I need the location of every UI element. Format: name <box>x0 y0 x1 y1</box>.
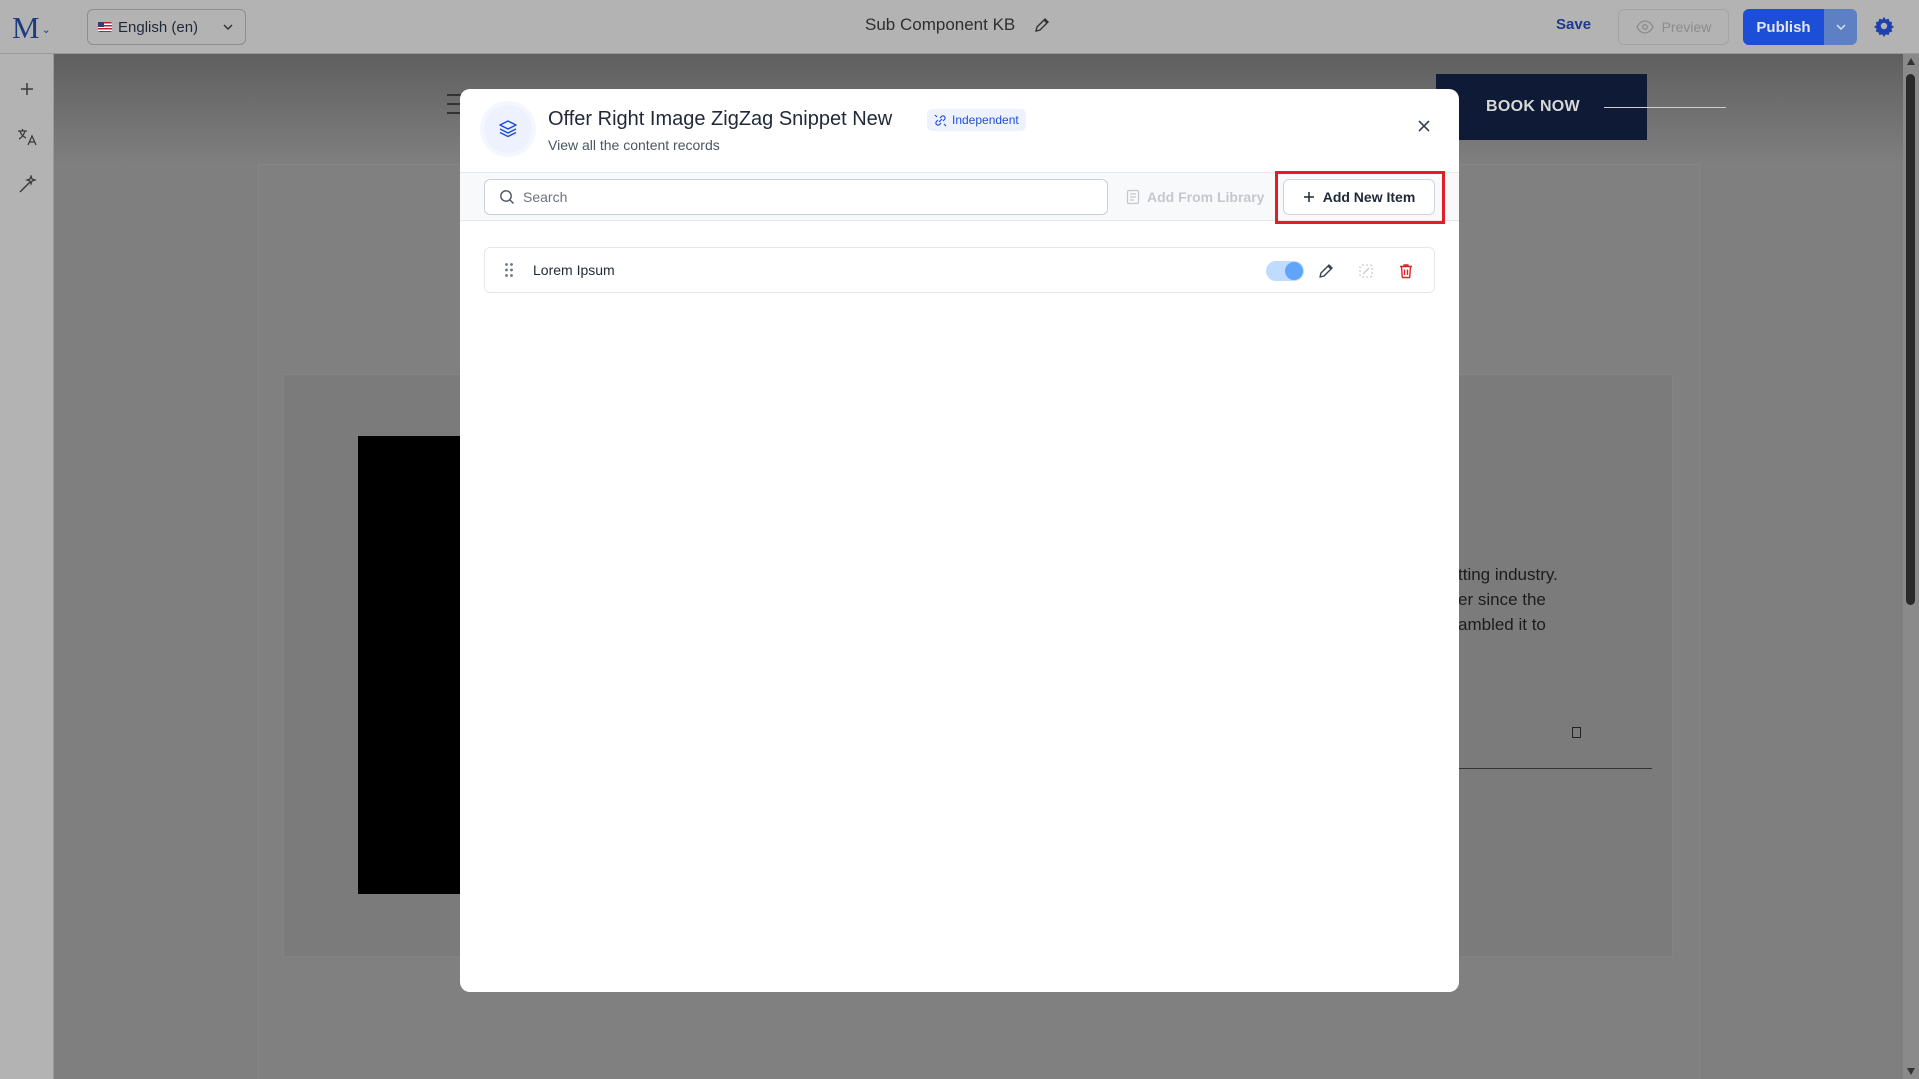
toggle-knob <box>1285 262 1303 280</box>
background-paragraph: tting industry. er since the ambled it t… <box>1458 562 1558 637</box>
preview-label: Preview <box>1661 19 1712 35</box>
left-toolbar <box>0 54 54 1079</box>
modal-title: Offer Right Image ZigZag Snippet New <box>548 108 893 130</box>
list-item[interactable]: Lorem Ipsum <box>484 247 1435 293</box>
badge-label: Independent <box>952 113 1019 127</box>
top-bar: M ⌄ English (en) Sub Component KB Save P… <box>0 0 1919 54</box>
independent-badge: Independent <box>927 109 1026 131</box>
detach-icon[interactable] <box>1355 260 1377 282</box>
chevron-down-icon: ⌄ <box>41 23 51 36</box>
chevron-down-icon <box>1835 24 1846 31</box>
square-glyph <box>1572 727 1581 738</box>
highlight-box <box>1275 171 1445 224</box>
library-icon <box>1126 189 1140 205</box>
chevron-down-icon <box>223 24 233 31</box>
eye-icon <box>1635 20 1654 34</box>
edit-icon[interactable] <box>1315 260 1337 282</box>
add-icon[interactable] <box>16 78 38 100</box>
book-now-divider <box>1604 107 1726 108</box>
list-item-label: Lorem Ipsum <box>533 262 615 278</box>
search-box[interactable] <box>484 179 1108 215</box>
edit-pencil-icon[interactable] <box>1033 16 1051 34</box>
scroll-up-arrow-icon[interactable] <box>1907 58 1915 65</box>
paragraph-line: ambled it to <box>1458 615 1546 634</box>
magic-wand-icon[interactable] <box>16 174 38 196</box>
drag-handle-icon[interactable] <box>504 262 514 278</box>
page-name: Sub Component KB <box>865 15 1051 35</box>
enable-toggle[interactable] <box>1266 261 1304 281</box>
language-select[interactable]: English (en) <box>87 9 246 45</box>
translate-icon[interactable] <box>16 126 38 148</box>
publish-dropdown-button[interactable] <box>1824 9 1857 45</box>
text-underline <box>1458 768 1652 769</box>
save-button[interactable]: Save <box>1556 16 1591 33</box>
layers-icon <box>484 105 532 153</box>
scroll-down-arrow-icon[interactable] <box>1907 1068 1915 1075</box>
add-from-library-label: Add From Library <box>1147 189 1265 205</box>
vertical-scrollbar[interactable] <box>1903 54 1919 1079</box>
close-icon[interactable] <box>1415 117 1433 135</box>
modal-subtitle: View all the content records <box>548 137 720 153</box>
paragraph-line: tting industry. <box>1458 565 1558 584</box>
preview-button[interactable]: Preview <box>1618 9 1729 45</box>
unlink-icon <box>934 114 947 126</box>
add-from-library-button[interactable]: Add From Library <box>1126 179 1264 215</box>
search-input[interactable] <box>523 189 1083 205</box>
content-records-modal: Offer Right Image ZigZag Snippet New Ind… <box>460 89 1459 992</box>
delete-trash-icon[interactable] <box>1395 260 1417 282</box>
logo-letter: M <box>12 9 40 45</box>
gear-icon[interactable] <box>1873 15 1895 37</box>
paragraph-line: er since the <box>1458 590 1546 609</box>
language-label: English (en) <box>118 18 199 36</box>
records-list: Lorem Ipsum <box>484 247 1435 293</box>
page-name-label: Sub Component KB <box>865 15 1016 34</box>
scroll-thumb[interactable] <box>1906 74 1915 605</box>
us-flag-icon <box>98 22 112 32</box>
modal-header: Offer Right Image ZigZag Snippet New Ind… <box>460 89 1459 173</box>
search-icon <box>500 190 514 204</box>
app-logo-menu[interactable]: M ⌄ <box>12 9 54 45</box>
publish-button[interactable]: Publish <box>1743 9 1824 45</box>
